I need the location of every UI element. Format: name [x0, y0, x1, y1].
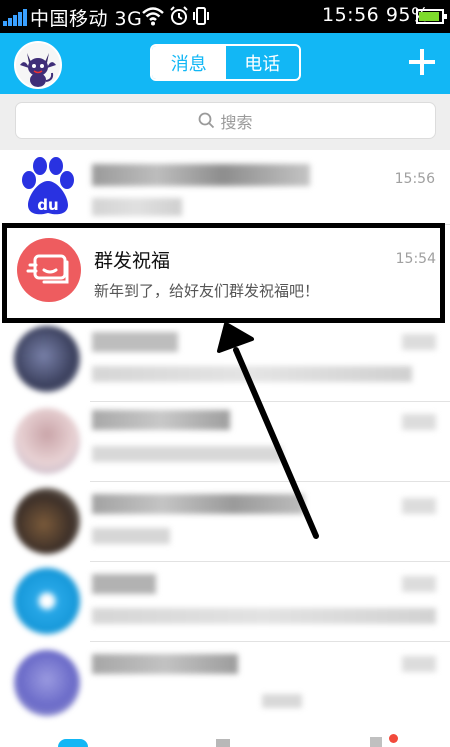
notification-dot — [389, 734, 398, 743]
blurred-avatar — [14, 326, 80, 392]
group-message-icon — [26, 254, 69, 284]
blurred-preview — [92, 366, 412, 382]
blurred-avatar — [14, 650, 80, 716]
dynamic-tab-icon[interactable] — [370, 737, 382, 747]
blurred-time — [402, 498, 436, 514]
messages-tab-icon[interactable] — [58, 739, 88, 747]
blurred-preview — [92, 528, 170, 544]
list-item[interactable] — [0, 642, 450, 730]
blurred-name — [92, 654, 238, 674]
list-item[interactable]: du 15:56 — [0, 150, 450, 225]
message-time: 15:56 — [394, 171, 435, 187]
tab-messages[interactable]: 消息 — [152, 46, 226, 79]
tab-calls[interactable]: 电话 — [226, 46, 300, 79]
search-box[interactable]: 搜索 — [15, 102, 436, 139]
blurred-avatar — [14, 488, 80, 554]
carrier-label: 中国移动 3G — [30, 8, 143, 30]
search-placeholder: 搜索 — [220, 112, 253, 132]
my-avatar[interactable] — [14, 41, 62, 89]
conversation-title: 群发祝福 — [94, 250, 171, 272]
status-bar: 中国移动 3G 15:56 95% — [0, 0, 450, 33]
blurred-preview — [92, 608, 436, 624]
list-item[interactable] — [0, 482, 450, 562]
blurred-name — [92, 410, 230, 430]
blurred-name — [92, 332, 178, 352]
baidu-paw-icon: du — [22, 157, 74, 215]
signal-icon — [3, 9, 27, 26]
clock-time: 15:56 — [322, 4, 380, 26]
blurred-avatar — [14, 408, 80, 474]
app-header: 消息 电话 — [0, 33, 450, 94]
clock-label: 15:56 95% — [322, 4, 430, 26]
vibrate-icon — [193, 7, 209, 25]
conversation-preview: 新年到了，给好友们群发祝福吧！ — [94, 282, 320, 300]
blurred-preview — [262, 694, 302, 708]
message-call-switch: 消息 电话 — [150, 44, 301, 81]
blurred-name — [92, 164, 310, 186]
message-time: 15:54 — [395, 251, 436, 267]
list-item[interactable] — [0, 562, 450, 642]
group-blessing-conversation[interactable]: 群发祝福 新年到了，给好友们群发祝福吧！ 15:54 — [2, 223, 445, 323]
add-button[interactable] — [409, 49, 435, 75]
blurred-preview — [92, 446, 282, 462]
bottom-tab-bar — [0, 733, 450, 747]
blurred-time — [402, 334, 436, 350]
battery-icon — [416, 9, 447, 24]
search-area: 搜索 — [0, 94, 450, 150]
devil-avatar-icon — [16, 43, 60, 87]
blurred-preview — [92, 198, 182, 216]
blurred-avatar — [14, 568, 80, 634]
blurred-time — [402, 656, 436, 672]
search-icon — [199, 112, 215, 129]
alarm-icon — [170, 6, 188, 25]
blurred-time — [402, 414, 436, 430]
svg-text:du: du — [37, 196, 58, 214]
contacts-tab-icon[interactable] — [216, 739, 230, 747]
list-item[interactable] — [0, 320, 450, 402]
wifi-icon — [142, 7, 164, 26]
blurred-name — [92, 574, 156, 594]
list-item[interactable] — [0, 402, 450, 482]
blurred-time — [402, 576, 436, 592]
blurred-name — [92, 494, 304, 514]
group-message-avatar — [17, 238, 81, 302]
qq-message-screen: 中国移动 3G 15:56 95% 消息 电话 搜索 du 15:56 群发祝福… — [0, 0, 450, 747]
